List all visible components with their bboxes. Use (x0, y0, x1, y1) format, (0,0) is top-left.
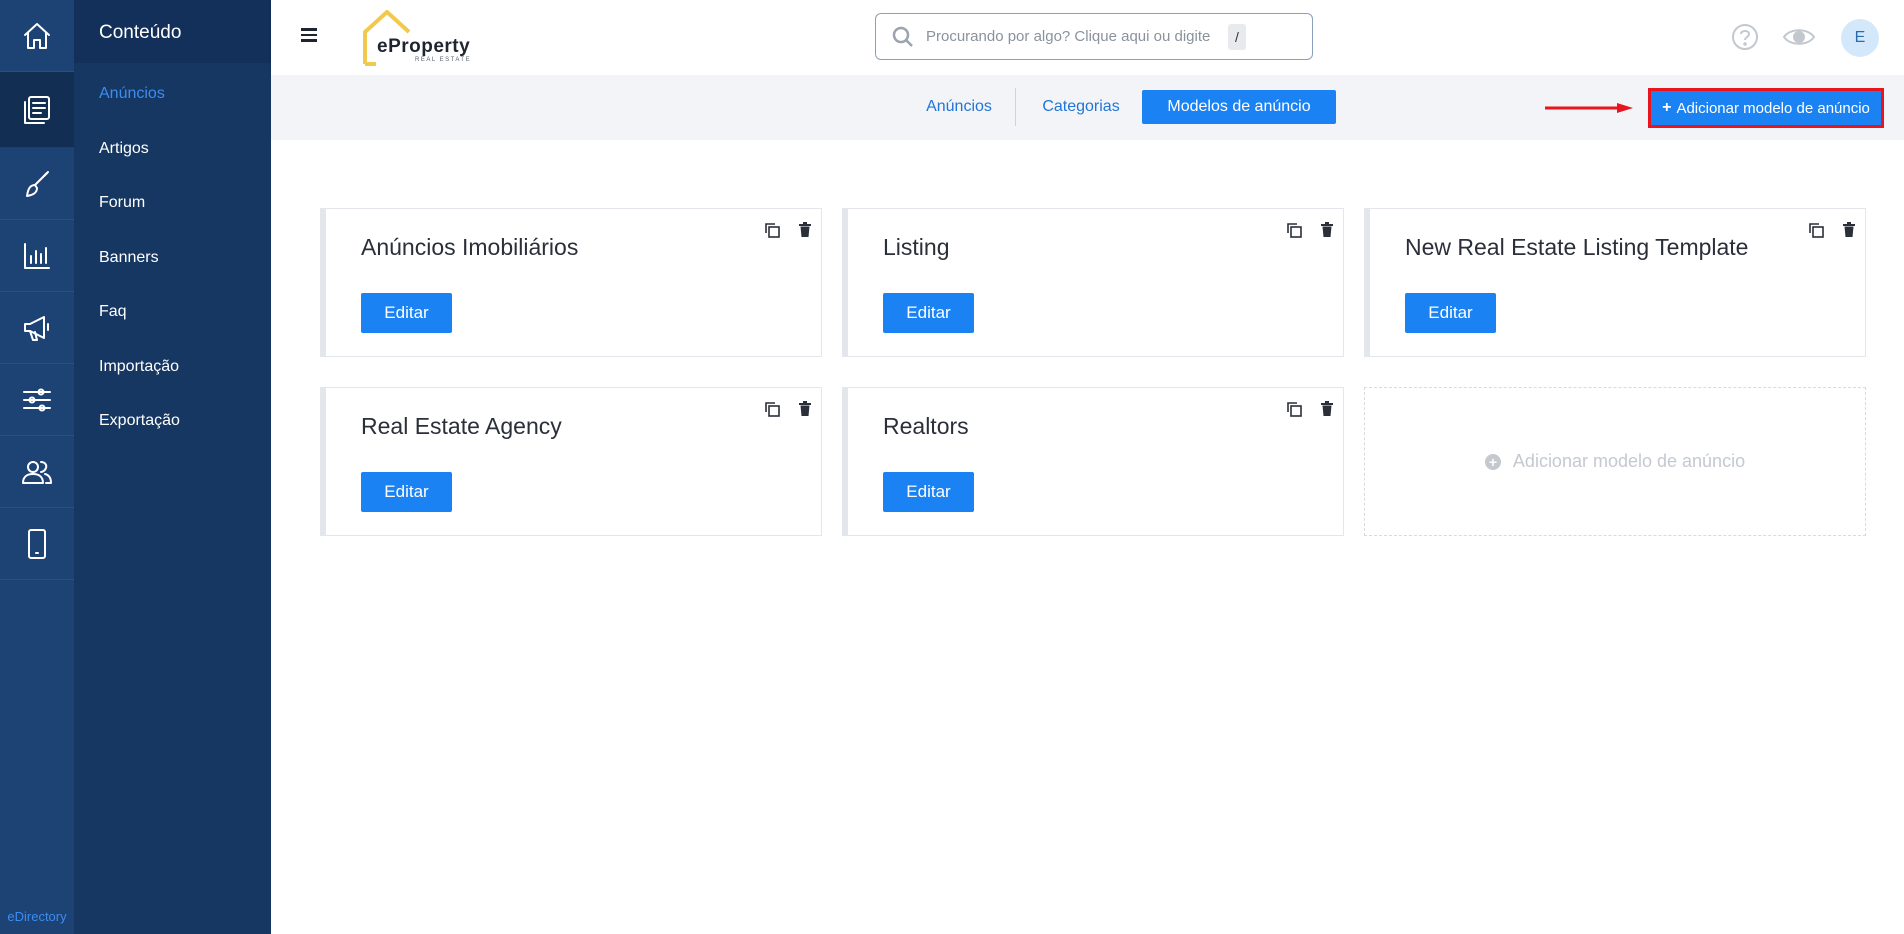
subnav-item-importacao[interactable]: Importação (74, 340, 271, 395)
sliders-icon (23, 388, 51, 411)
hamburger-line (301, 28, 317, 31)
edit-template-button[interactable]: Editar (361, 293, 452, 333)
delete-template-button[interactable] (796, 400, 814, 418)
search-icon (892, 26, 913, 47)
rail-apps[interactable] (0, 508, 74, 580)
add-template-card[interactable]: + Adicionar modelo de anúncio (1364, 387, 1866, 536)
users-icon (22, 460, 52, 484)
template-card-title: Listing (883, 234, 950, 260)
duplicate-template-button[interactable] (1285, 221, 1303, 239)
preview-site-button[interactable] (1782, 22, 1816, 52)
mobile-icon (28, 528, 46, 559)
rail-footer-brand[interactable]: eDirectory (0, 909, 74, 924)
subnav-item-anuncios[interactable]: Anúncios (74, 67, 271, 122)
delete-template-button[interactable] (1318, 400, 1336, 418)
eye-icon (1782, 29, 1816, 45)
icon-rail: eDirectory (0, 0, 74, 934)
edit-template-button[interactable]: Editar (361, 472, 452, 512)
subnav-title: Conteúdo (74, 0, 271, 63)
subnav-item-exportacao[interactable]: Exportação (74, 394, 271, 449)
subnav-item-faq[interactable]: Faq (74, 285, 271, 340)
copy-icon (765, 223, 780, 238)
duplicate-template-button[interactable] (763, 221, 781, 239)
trash-icon (799, 401, 811, 416)
template-card-title: Anúncios Imobiliários (361, 234, 579, 260)
trash-icon (1321, 401, 1333, 416)
rail-reports[interactable] (0, 220, 74, 292)
content-subnav: Conteúdo Anúncios Artigos Forum Banners … (74, 0, 271, 934)
template-card: New Real Estate Listing Template Editar (1364, 208, 1866, 357)
copy-icon (1287, 402, 1302, 417)
rail-settings[interactable] (0, 364, 74, 436)
add-template-button-label: Adicionar modelo de anúncio (1676, 99, 1870, 117)
megaphone-icon (24, 315, 49, 341)
delete-template-button[interactable] (1840, 221, 1858, 239)
copy-icon (1287, 223, 1302, 238)
duplicate-template-button[interactable] (763, 400, 781, 418)
rail-users[interactable] (0, 436, 74, 508)
section-tabs-bar: Anúncios Categorias Modelos de anúncio +… (271, 75, 1904, 140)
search-input[interactable] (926, 28, 1222, 45)
hamburger-line (301, 39, 317, 42)
template-card-title: New Real Estate Listing Template (1405, 234, 1749, 260)
content-icon (24, 95, 50, 124)
edit-template-button[interactable]: Editar (883, 472, 974, 512)
subnav-item-forum[interactable]: Forum (74, 176, 271, 231)
tab-divider (1015, 88, 1016, 126)
template-card: Listing Editar (842, 208, 1344, 357)
template-card: Real Estate Agency Editar (320, 387, 822, 536)
delete-template-button[interactable] (796, 221, 814, 239)
menu-toggle-button[interactable] (301, 28, 317, 42)
rail-design[interactable] (0, 148, 74, 220)
logo-subtitle: REAL ESTATE (415, 57, 472, 63)
trash-icon (1321, 222, 1333, 237)
search-box[interactable]: / (875, 13, 1313, 60)
tab-modelos-de-anuncio[interactable]: Modelos de anúncio (1142, 90, 1336, 124)
plus-icon: + (1662, 99, 1672, 116)
add-template-button[interactable]: + Adicionar modelo de anúncio (1648, 88, 1884, 128)
template-card-title: Real Estate Agency (361, 413, 562, 439)
logo-text[interactable]: eProperty (377, 36, 470, 58)
template-card: Anúncios Imobiliários Editar (320, 208, 822, 357)
add-template-card-label: Adicionar modelo de anúncio (1512, 451, 1746, 471)
delete-template-button[interactable] (1318, 221, 1336, 239)
help-button[interactable] (1730, 22, 1760, 52)
duplicate-template-button[interactable] (1807, 221, 1825, 239)
chart-icon (24, 242, 50, 269)
duplicate-template-button[interactable] (1285, 400, 1303, 418)
copy-icon (1809, 223, 1824, 238)
top-bar: eProperty REAL ESTATE / E (271, 0, 1904, 75)
copy-icon (765, 402, 780, 417)
hamburger-line (301, 33, 317, 36)
rail-home[interactable] (0, 0, 74, 72)
rail-promotion[interactable] (0, 292, 74, 364)
trash-icon (1843, 222, 1855, 237)
edit-template-button[interactable]: Editar (883, 293, 974, 333)
template-card: Realtors Editar (842, 387, 1344, 536)
subnav-item-artigos[interactable]: Artigos (74, 122, 271, 177)
template-card-title: Realtors (883, 413, 969, 439)
brush-icon (26, 170, 49, 197)
tab-anuncios[interactable]: Anúncios (915, 90, 1003, 124)
search-shortcut-key: / (1228, 23, 1246, 50)
trash-icon (799, 222, 811, 237)
tab-categorias[interactable]: Categorias (1031, 90, 1131, 124)
annotation-arrow (1545, 103, 1633, 113)
rail-content[interactable] (0, 72, 74, 148)
plus-circle-icon: + (1484, 453, 1501, 470)
edit-template-button[interactable]: Editar (1405, 293, 1496, 333)
home-icon (24, 22, 50, 49)
user-avatar[interactable]: E (1841, 19, 1879, 57)
subnav-item-banners[interactable]: Banners (74, 231, 271, 286)
help-icon (1732, 24, 1758, 50)
